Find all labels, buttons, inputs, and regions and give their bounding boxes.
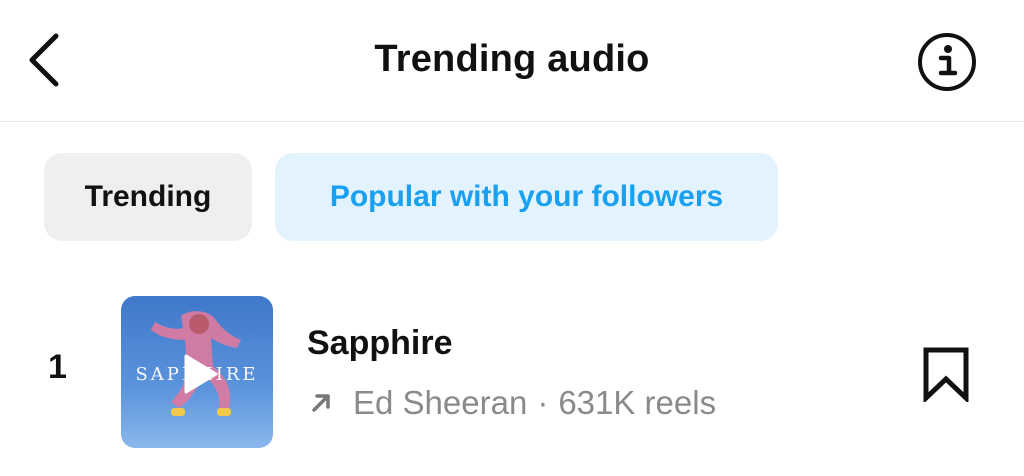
bookmark-icon	[923, 347, 969, 402]
album-cover[interactable]: SAPPHIRE	[121, 296, 273, 448]
arrow-up-right-icon	[312, 394, 330, 412]
meta-separator: ·	[537, 384, 549, 421]
save-button[interactable]	[918, 344, 974, 404]
header: Trending audio	[0, 0, 1024, 122]
reels-count: 631K reels	[558, 384, 717, 421]
artist-name[interactable]: Ed Sheeran	[353, 384, 527, 422]
info-icon	[918, 33, 976, 91]
track-meta: Ed Sheeran · 631K reels	[307, 384, 716, 422]
page-title: Trending audio	[374, 38, 650, 80]
audio-tabs: Trending Popular with your followers	[44, 153, 778, 241]
list-item[interactable]: 1 SAPPHIRE Sapphire Ed Sheeran	[0, 292, 1024, 452]
track-rank: 1	[48, 348, 67, 386]
tab-popular-with-followers[interactable]: Popular with your followers	[275, 153, 778, 241]
track-title[interactable]: Sapphire	[307, 324, 452, 363]
info-button[interactable]	[915, 32, 979, 92]
tab-trending[interactable]: Trending	[44, 153, 252, 241]
play-icon[interactable]	[176, 352, 220, 396]
